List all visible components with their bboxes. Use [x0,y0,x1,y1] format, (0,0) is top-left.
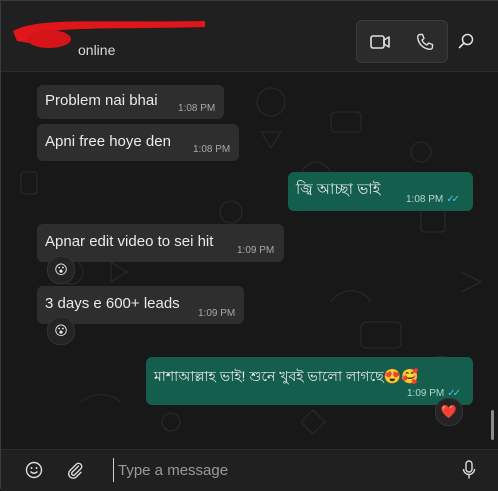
message-time: 1:09 PM [198,308,236,319]
reaction-badge[interactable]: 😮 [47,256,75,284]
contact-status: online [78,42,116,58]
incoming-message[interactable]: Apni free hoye den 1:08 PM [37,124,239,161]
message-time: 1:08 PM [193,144,231,155]
reaction-badge[interactable]: 😮 [47,317,75,345]
voice-record-button[interactable] [457,458,481,482]
video-camera-icon [369,34,390,49]
incoming-message[interactable]: Apnar edit video to sei hit 1:09 PM [37,224,284,262]
message-text: জ্বি আচ্ছা ভাই [296,181,381,198]
emoji-icon [25,461,43,479]
search-icon [458,33,474,49]
chat-window: online Problem nai bhai 1:08 PM Apni fre… [0,0,498,491]
video-call-button[interactable] [357,21,402,62]
call-buttons-group [356,20,448,63]
microphone-icon [462,460,476,479]
message-text: Apni free hoye den [45,133,171,150]
message-text: Apnar edit video to sei hit [45,233,214,250]
message-time: 1:08 PM ✓✓ [406,194,460,205]
message-list[interactable]: Problem nai bhai 1:08 PM Apni free hoye … [1,72,498,449]
message-text: 3 days e 600+ leads [45,295,180,312]
message-text: Problem nai bhai [45,92,158,109]
attach-button[interactable] [63,458,87,482]
message-text: মাশাআল্লাহ ভাই! শুনে খুবই ভালো লাগছে😍🥰 [154,368,419,384]
chat-scrollbar[interactable] [491,410,494,440]
message-time-value: 1:09 PM [407,388,445,399]
emoji-button[interactable] [22,458,46,482]
message-input[interactable] [113,458,448,482]
paperclip-icon [67,462,83,479]
reaction-badge[interactable]: ❤️ [435,398,463,426]
read-receipt-icon: ✓✓ [446,194,460,205]
outgoing-message[interactable]: জ্বি আচ্ছা ভাই 1:08 PM ✓✓ [288,172,473,211]
search-button[interactable] [454,25,478,57]
voice-call-button[interactable] [402,21,447,62]
outgoing-message[interactable]: মাশাআল্লাহ ভাই! শুনে খুবই ভালো লাগছে😍🥰 1… [146,357,473,405]
phone-icon [416,33,433,50]
message-composer [1,449,498,491]
message-time-value: 1:08 PM [406,194,444,205]
chat-header: online [1,1,498,72]
incoming-message[interactable]: Problem nai bhai 1:08 PM [37,85,224,119]
message-time: 1:08 PM [178,103,216,114]
message-time: 1:09 PM [237,245,275,256]
